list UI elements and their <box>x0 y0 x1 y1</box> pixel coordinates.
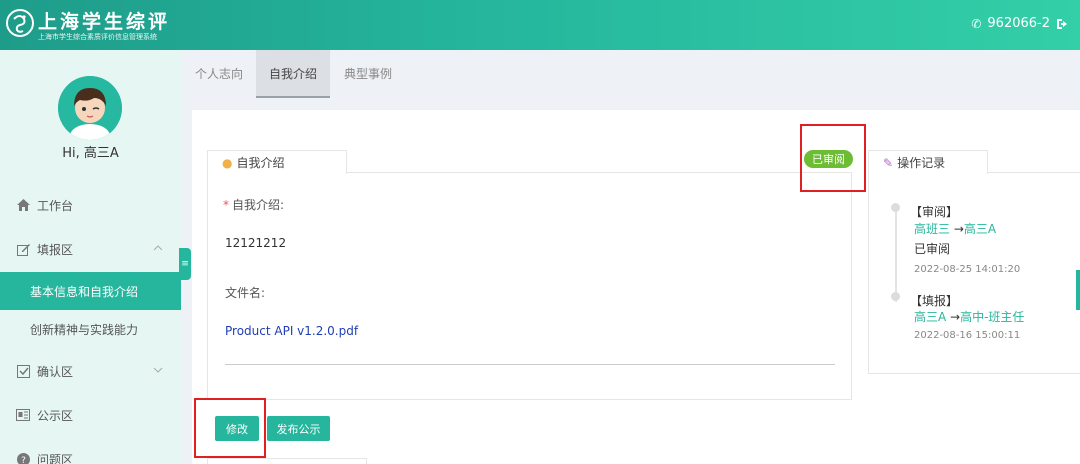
panel-title: 自我介绍 <box>236 156 285 170</box>
sidebar-item-publicity[interactable]: 公示区 <box>0 396 181 434</box>
top-header: 上海学生综评 上海市学生综合素质评价信息管理系统 ✆ 962066-2 <box>0 0 1080 50</box>
timeline-dot <box>891 203 900 212</box>
operation-log-tab: ✎ 操作记录 <box>868 150 988 174</box>
sidebar: Hi, 高三A 工作台 填报区 基本信息和自我介绍 创新精神与实践能力 确认区 … <box>0 50 181 464</box>
sidebar-item-basic-info[interactable]: 基本信息和自我介绍 <box>0 272 181 310</box>
tab-ambition[interactable]: 个人志向 <box>189 50 249 98</box>
divider <box>225 364 835 365</box>
tab-self-intro[interactable]: 自我介绍 <box>256 50 330 98</box>
sidebar-item-label: 确认区 <box>37 364 74 379</box>
sidebar-item-label: 工作台 <box>37 198 74 213</box>
sidebar-item-label: 公示区 <box>37 408 74 423</box>
sidebar-item-fill[interactable]: 填报区 <box>0 230 181 268</box>
edit-icon: ✎ <box>883 155 894 170</box>
log-status: 已审阅 <box>914 242 951 256</box>
scroll-indicator[interactable] <box>1076 270 1080 310</box>
publish-button[interactable]: 发布公示 <box>267 416 330 441</box>
log-route: 高班三 →高三A <box>914 222 997 236</box>
panel-header-line <box>347 150 852 173</box>
sidebar-item-confirm[interactable]: 确认区 <box>0 352 181 390</box>
self-intro-label: * 自我介绍: <box>223 198 285 212</box>
notice-icon <box>16 408 30 422</box>
phone-icon: ✆ <box>971 16 982 31</box>
log-route: 高三A →高中-班主任 <box>914 310 1025 324</box>
timeline-dot <box>891 292 900 301</box>
user-icon: ● <box>222 155 233 170</box>
self-intro-panel-tab: ● 自我介绍 <box>207 150 347 174</box>
hotline-number: 962066-2 <box>987 16 1050 31</box>
avatar[interactable] <box>58 76 122 140</box>
sidebar-item-innovation[interactable]: 创新精神与实践能力 <box>0 310 181 348</box>
edit-icon <box>16 242 30 256</box>
svg-text:?: ? <box>21 456 26 464</box>
hotline: ✆ 962066-2 <box>971 16 1068 31</box>
sidebar-item-label: 创新精神与实践能力 <box>30 322 139 337</box>
home-icon <box>16 198 30 212</box>
highlight-box <box>800 124 866 192</box>
sidebar-collapse-toggle[interactable]: ≡ <box>179 248 191 280</box>
self-intro-value: 12121212 <box>225 236 287 250</box>
main-card: ● 自我介绍 * 自我介绍: 12121212 文件名: Product API … <box>192 110 1080 464</box>
logo-icon <box>6 9 34 37</box>
file-link[interactable]: Product API v1.2.0.pdf <box>225 324 358 338</box>
self-intro-panel <box>207 172 852 400</box>
chevron-up-icon <box>153 245 163 251</box>
chevron-down-icon <box>153 367 163 373</box>
menu-icon: ≡ <box>181 259 189 269</box>
highlight-box <box>194 398 266 458</box>
sidebar-item-questions[interactable]: ? 问题区 <box>0 440 181 464</box>
log-action: 【审阅】 <box>910 205 959 219</box>
timeline-line <box>895 206 897 302</box>
brand-subtitle: 上海市学生综合素质评价信息管理系统 <box>38 33 157 41</box>
check-square-icon <box>16 364 30 378</box>
sidebar-item-label: 问题区 <box>37 452 74 464</box>
logout-icon[interactable] <box>1056 18 1068 30</box>
file-name-label: 文件名: <box>225 286 266 300</box>
user-greeting: Hi, 高三A <box>62 146 119 161</box>
panel-title: 操作记录 <box>897 156 946 170</box>
log-action: 【填报】 <box>910 294 959 308</box>
sidebar-item-label: 基本信息和自我介绍 <box>30 284 139 299</box>
tab-typical-cases[interactable]: 典型事例 <box>337 50 399 98</box>
log-time: 2022-08-16 15:00:11 <box>914 330 1021 341</box>
log-time: 2022-08-25 14:01:20 <box>914 264 1021 275</box>
sidebar-item-label: 填报区 <box>37 242 74 257</box>
sidebar-item-workbench[interactable]: 工作台 <box>0 186 181 224</box>
brand-title: 上海学生综评 <box>38 11 171 33</box>
question-icon: ? <box>16 452 30 464</box>
next-panel-stub <box>207 458 367 464</box>
tab-bar: 个人志向 自我介绍 典型事例 <box>181 50 1080 98</box>
